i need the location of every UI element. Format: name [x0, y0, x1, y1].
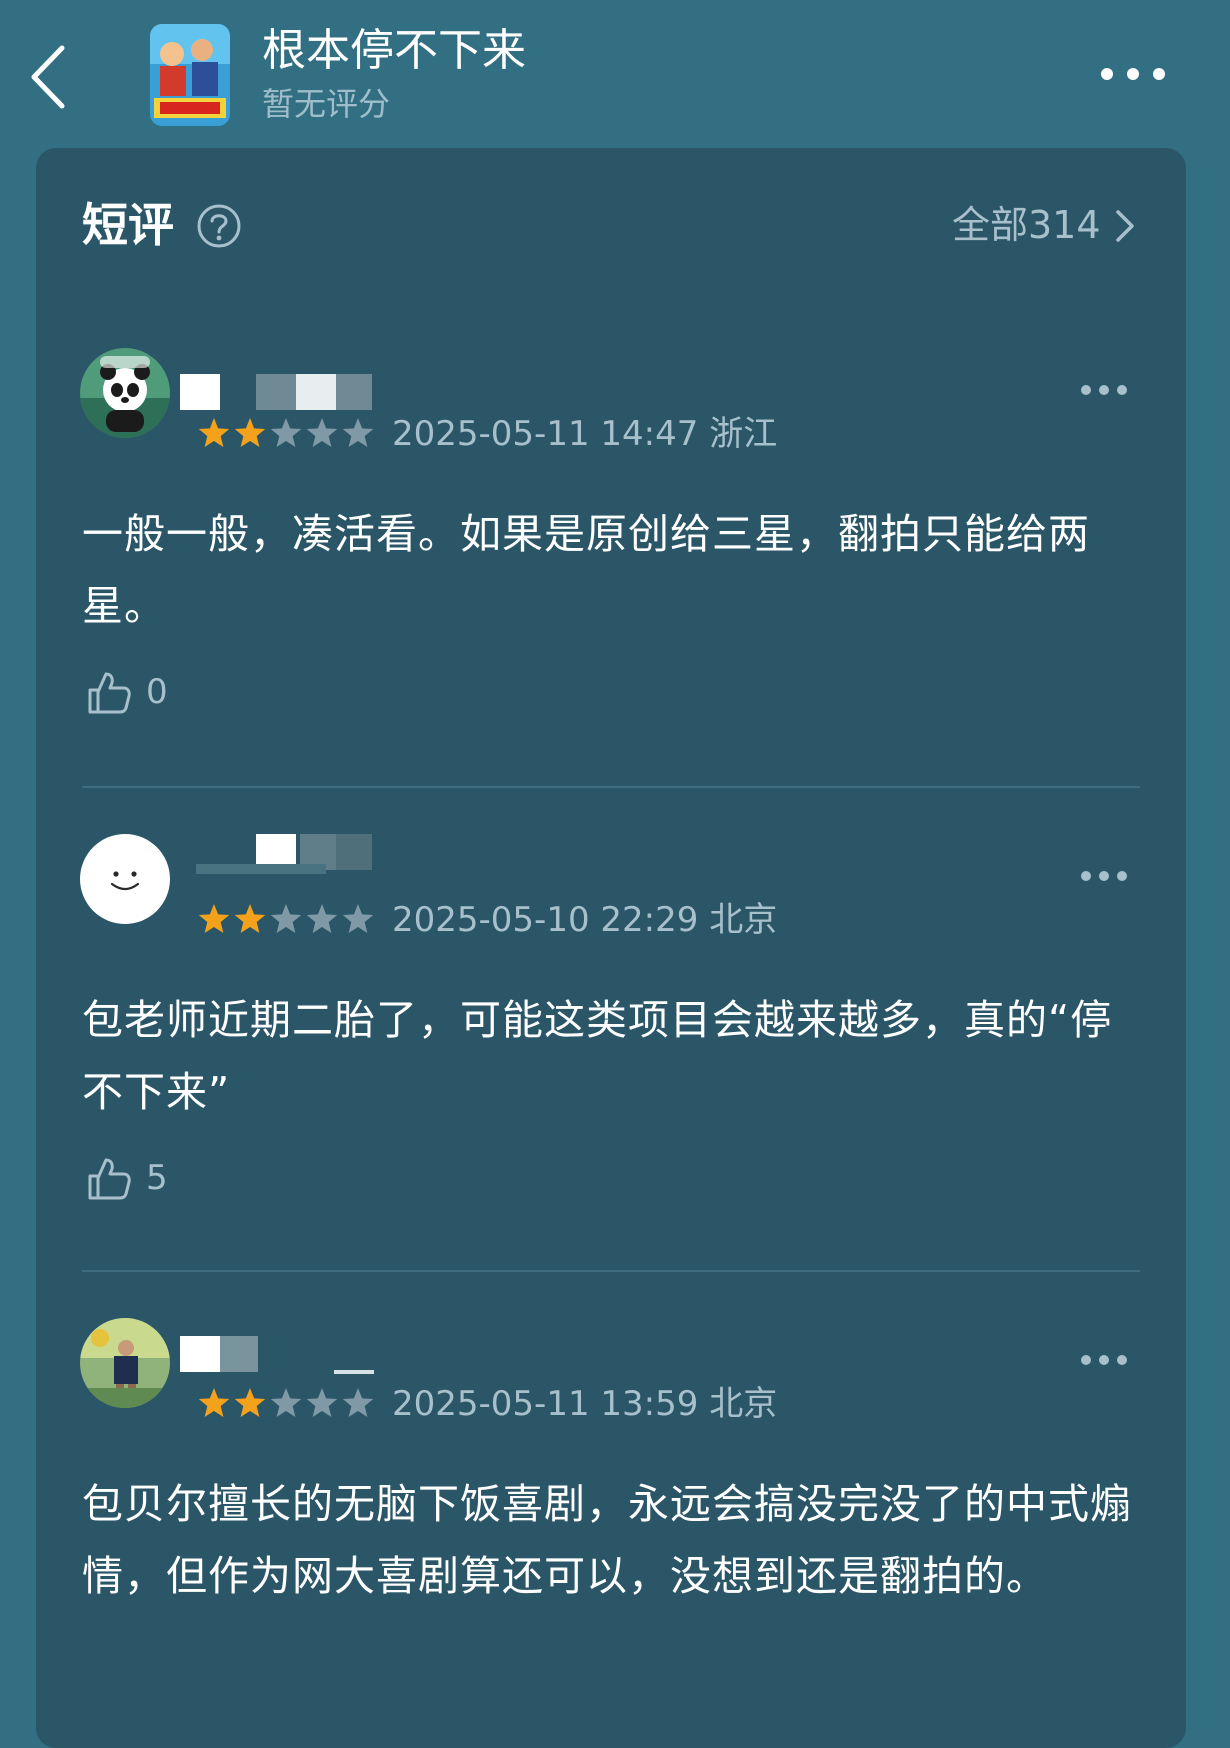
star-empty-icon — [342, 904, 374, 933]
star-filled-icon — [198, 1388, 230, 1417]
rating-status: 暂无评分 — [262, 85, 391, 123]
more-dots-icon[interactable] — [1080, 868, 1128, 884]
star-empty-icon — [306, 418, 338, 447]
redacted-username — [296, 374, 336, 410]
star-empty-icon — [270, 1388, 302, 1417]
star-empty-icon — [270, 418, 302, 447]
more-options-icon[interactable] — [1098, 60, 1168, 88]
back-chevron-icon[interactable] — [28, 44, 72, 110]
redacted-username — [334, 1370, 374, 1374]
star-filled-icon — [198, 904, 230, 933]
star-filled-icon — [198, 418, 230, 447]
star-empty-icon — [306, 904, 338, 933]
redacted-username — [180, 374, 220, 410]
star-filled-icon — [234, 418, 266, 447]
star-empty-icon — [342, 418, 374, 447]
redacted-username — [196, 864, 326, 874]
chevron-right-icon[interactable] — [1112, 208, 1136, 244]
review-meta: 2025-05-11 14:47 浙江 — [392, 412, 777, 456]
redacted-username — [336, 834, 372, 870]
rating-stars — [198, 904, 374, 933]
star-filled-icon — [234, 1388, 266, 1417]
movie-title: 根本停不下来 — [262, 25, 526, 76]
review-text: 包老师近期二胎了，可能这类项目会越来越多，真的“停不下来” — [82, 996, 1113, 1116]
top-bar: 根本停不下来 暂无评分 — [0, 0, 1230, 148]
redacted-username — [336, 374, 372, 410]
review-location: 北京 — [709, 1384, 778, 1424]
more-dots-icon[interactable] — [1080, 382, 1128, 398]
photo-avatar[interactable] — [80, 1318, 170, 1408]
redacted-username — [220, 1336, 258, 1372]
review-datetime: 2025-05-10 22:29 — [392, 900, 699, 940]
question-circle-icon[interactable] — [196, 203, 242, 249]
more-dots-icon[interactable] — [1080, 1352, 1128, 1368]
divider — [82, 786, 1140, 788]
thumbs-up-icon[interactable] — [86, 1156, 132, 1202]
redacted-username — [180, 1336, 220, 1372]
star-filled-icon — [234, 904, 266, 933]
thumbs-up-icon[interactable] — [86, 670, 132, 716]
like-count: 5 — [146, 1158, 168, 1198]
divider — [82, 1270, 1140, 1272]
review-datetime: 2025-05-11 13:59 — [392, 1384, 699, 1424]
review-meta: 2025-05-10 22:29 北京 — [392, 898, 777, 942]
review-datetime: 2025-05-11 14:47 — [392, 414, 699, 454]
review-location: 北京 — [709, 900, 778, 940]
review-text: 一般一般，凑活看。如果是原创给三星，翻拍只能给两星。 — [82, 510, 1090, 630]
star-empty-icon — [306, 1388, 338, 1417]
section-title: 短评 — [82, 198, 174, 252]
star-empty-icon — [342, 1388, 374, 1417]
review-meta: 2025-05-11 13:59 北京 — [392, 1382, 777, 1426]
like-count: 0 — [146, 672, 168, 712]
star-empty-icon — [270, 904, 302, 933]
movie-poster[interactable] — [150, 24, 230, 126]
review-text: 包贝尔擅长的无脑下饭喜剧，永远会搞没完没了的中式煽情，但作为网大喜剧算还可以，没… — [82, 1480, 1132, 1600]
rating-stars — [198, 1388, 374, 1417]
smiley-avatar[interactable] — [80, 834, 170, 924]
review-location: 浙江 — [709, 414, 778, 454]
rating-stars — [198, 418, 374, 447]
redacted-username — [256, 374, 296, 410]
panda-avatar[interactable] — [80, 348, 170, 438]
all-reviews-link[interactable]: 全部314 — [952, 200, 1101, 250]
